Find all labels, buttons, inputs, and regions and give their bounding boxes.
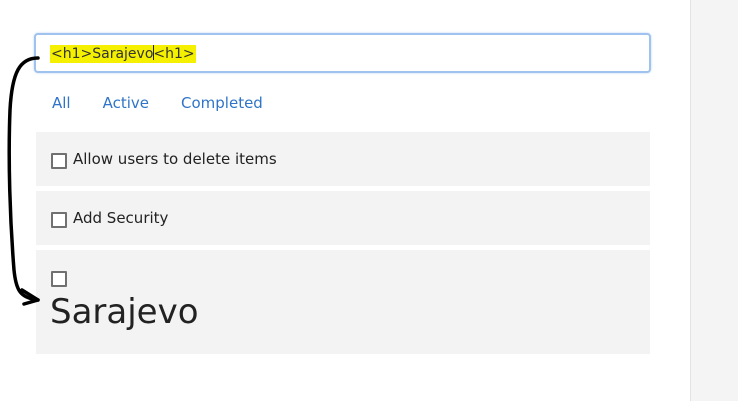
input-highlighted-text: <h1>Sarajevo<h1> bbox=[50, 45, 196, 63]
todo-label: Add Security bbox=[73, 209, 169, 227]
todo-label: Allow users to delete items bbox=[73, 150, 277, 168]
todo-checkbox[interactable] bbox=[51, 153, 67, 169]
input-text-after-caret: <h1> bbox=[153, 46, 195, 62]
todo-item: Add Security bbox=[36, 191, 650, 245]
todo-checkbox[interactable] bbox=[51, 212, 67, 228]
todo-checkbox[interactable] bbox=[51, 271, 67, 287]
todo-item: Allow users to delete items bbox=[36, 132, 650, 186]
right-side-panel bbox=[690, 0, 738, 401]
filter-bar: All Active Completed bbox=[52, 92, 263, 114]
todo-item: Sarajevo bbox=[36, 250, 650, 354]
input-text-before-caret: <h1>Sarajevo bbox=[51, 46, 154, 62]
filter-completed[interactable]: Completed bbox=[181, 92, 263, 114]
new-todo-input[interactable]: <h1>Sarajevo<h1> bbox=[34, 33, 651, 73]
filter-active[interactable]: Active bbox=[103, 92, 149, 114]
todo-heading-label: Sarajevo bbox=[50, 292, 199, 332]
filter-all[interactable]: All bbox=[52, 92, 71, 114]
